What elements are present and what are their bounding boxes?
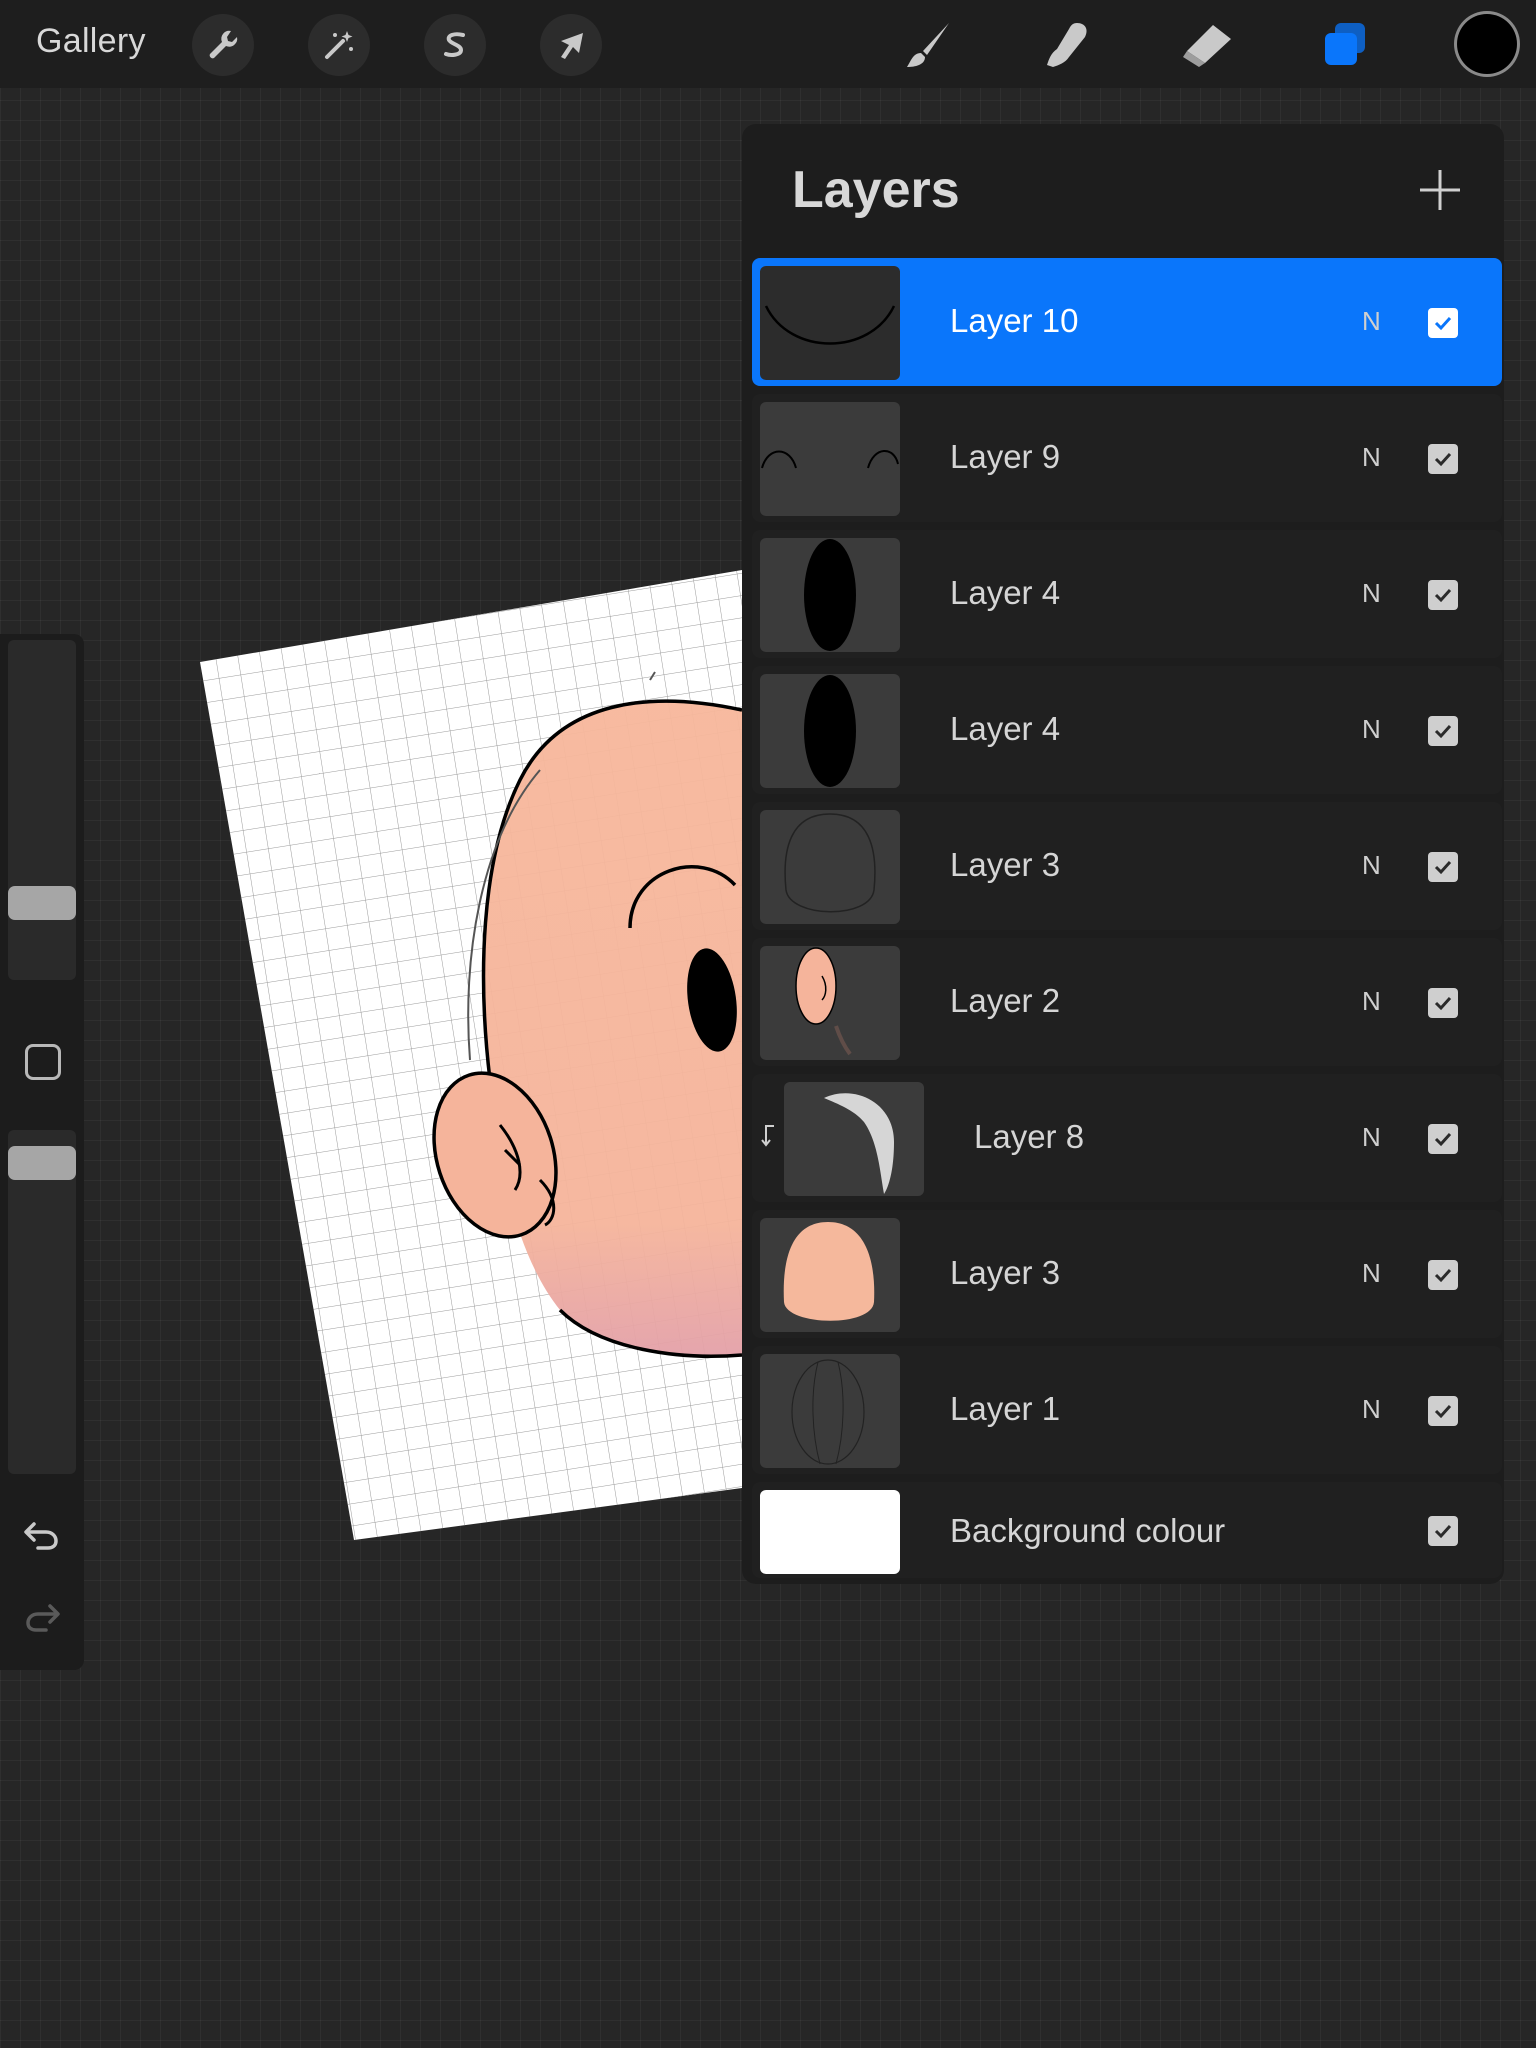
layer-thumbnail	[760, 1354, 900, 1468]
layer-thumbnail	[760, 674, 900, 788]
selection-button[interactable]	[424, 14, 486, 76]
blend-mode-button[interactable]: N	[1362, 986, 1381, 1017]
plus-icon[interactable]	[1416, 166, 1464, 214]
brush-icon	[907, 23, 949, 67]
erase-button[interactable]	[1176, 14, 1238, 76]
background-color-swatch[interactable]	[760, 1490, 900, 1574]
brush-size-slider[interactable]	[8, 640, 76, 980]
blend-mode-button[interactable]: N	[1362, 578, 1381, 609]
visibility-checkbox[interactable]	[1428, 308, 1458, 338]
layer-thumbnail	[784, 1082, 924, 1196]
layer-thumbnail	[760, 538, 900, 652]
modify-square-icon[interactable]	[25, 1044, 61, 1080]
layer-row[interactable]: Layer 10 N	[752, 258, 1502, 386]
visibility-checkbox[interactable]	[1428, 716, 1458, 746]
checkmark-icon	[1434, 1132, 1452, 1147]
transform-button[interactable]	[540, 14, 602, 76]
layer-thumbnail	[760, 1218, 900, 1332]
paint-button[interactable]	[898, 14, 960, 76]
layer-row[interactable]: Layer 4 N	[752, 666, 1502, 794]
clipping-mask-arrow-icon	[761, 1125, 774, 1147]
layer-row[interactable]: Layer 9 N	[752, 394, 1502, 522]
blend-mode-button[interactable]: N	[1362, 1122, 1381, 1153]
color-picker-button[interactable]	[1457, 14, 1517, 74]
layer-row[interactable]: Layer 1 N	[752, 1346, 1502, 1474]
layer-thumbnail	[760, 402, 900, 516]
layer-name: Layer 3	[950, 1254, 1061, 1291]
head-shape	[483, 701, 742, 1357]
checkmark-icon	[1434, 1404, 1452, 1419]
opacity-slider[interactable]	[8, 1130, 76, 1474]
visibility-checkbox[interactable]	[1428, 1260, 1458, 1290]
layer-row[interactable]: Layer 3 N	[752, 802, 1502, 930]
layer-name: Layer 1	[950, 1390, 1061, 1427]
ear-shape	[432, 1071, 558, 1239]
background-layer-row[interactable]: Background colour	[752, 1482, 1502, 1578]
layer-name: Layer 9	[950, 438, 1061, 475]
layer-thumbnail	[760, 946, 900, 1060]
layer-row[interactable]: Layer 8 N	[752, 1074, 1502, 1202]
undo-icon	[24, 1522, 58, 1550]
redo-icon	[26, 1604, 60, 1632]
layers-button[interactable]	[1314, 14, 1376, 76]
checkmark-icon	[1434, 588, 1452, 603]
layer-name: Background colour	[950, 1512, 1226, 1549]
checkmark-icon	[1434, 996, 1452, 1011]
gallery-button[interactable]: Gallery	[36, 22, 146, 61]
blend-mode-button[interactable]: N	[1362, 1258, 1381, 1289]
layer-name: Layer 2	[950, 982, 1061, 1019]
checkmark-icon	[1434, 452, 1452, 467]
redo-button[interactable]	[18, 1592, 66, 1640]
blend-mode-button[interactable]: N	[1362, 306, 1381, 337]
checkmark-icon	[1434, 1524, 1452, 1539]
visibility-checkbox[interactable]	[1428, 988, 1458, 1018]
layer-name: Layer 10	[950, 302, 1079, 339]
opacity-thumb[interactable]	[8, 1146, 76, 1180]
visibility-checkbox[interactable]	[1428, 852, 1458, 882]
checkmark-icon	[1434, 860, 1452, 875]
layer-row[interactable]: Layer 2 N	[752, 938, 1502, 1066]
visibility-checkbox[interactable]	[1428, 444, 1458, 474]
layer-row[interactable]: Layer 4 N	[752, 530, 1502, 658]
canvas-paper	[200, 570, 742, 1540]
layer-thumbnail	[760, 810, 900, 924]
magic-wand-icon	[325, 31, 353, 59]
checkmark-icon	[1434, 316, 1452, 331]
smudge-button[interactable]	[1036, 14, 1098, 76]
visibility-checkbox[interactable]	[1428, 1124, 1458, 1154]
layer-name: Layer 8	[974, 1118, 1085, 1155]
layers-icon	[1325, 23, 1365, 65]
brush-size-thumb[interactable]	[8, 886, 76, 920]
visibility-checkbox[interactable]	[1428, 580, 1458, 610]
smudge-icon	[1047, 23, 1087, 67]
wrench-icon	[209, 30, 238, 59]
visibility-checkbox[interactable]	[1428, 1516, 1458, 1546]
eye-shape	[687, 948, 737, 1052]
adjustments-button[interactable]	[308, 14, 370, 76]
layer-name: Layer 4	[950, 710, 1061, 747]
layer-thumbnail	[760, 266, 900, 380]
left-sidebar	[0, 634, 84, 1670]
layer-row[interactable]: Layer 3 N	[752, 1210, 1502, 1338]
layers-panel-title: Layers	[792, 161, 960, 219]
blend-mode-button[interactable]: N	[1362, 1394, 1381, 1425]
layer-name: Layer 3	[950, 846, 1061, 883]
layer-name: Layer 4	[950, 574, 1061, 611]
top-toolbar: Gallery	[0, 0, 1536, 88]
checkmark-icon	[1434, 1268, 1452, 1283]
layers-panel: Layers Layer 10 N Layer 9 N Layer 4 N La…	[742, 124, 1504, 1584]
undo-button[interactable]	[18, 1510, 66, 1558]
selection-s-icon	[444, 32, 465, 57]
blend-mode-button[interactable]: N	[1362, 714, 1381, 745]
arrow-cursor-icon	[561, 33, 583, 59]
blend-mode-button[interactable]: N	[1362, 850, 1381, 881]
actions-button[interactable]	[192, 14, 254, 76]
visibility-checkbox[interactable]	[1428, 1396, 1458, 1426]
checkmark-icon	[1434, 724, 1452, 739]
blend-mode-button[interactable]: N	[1362, 442, 1381, 473]
eraser-icon	[1183, 25, 1231, 67]
